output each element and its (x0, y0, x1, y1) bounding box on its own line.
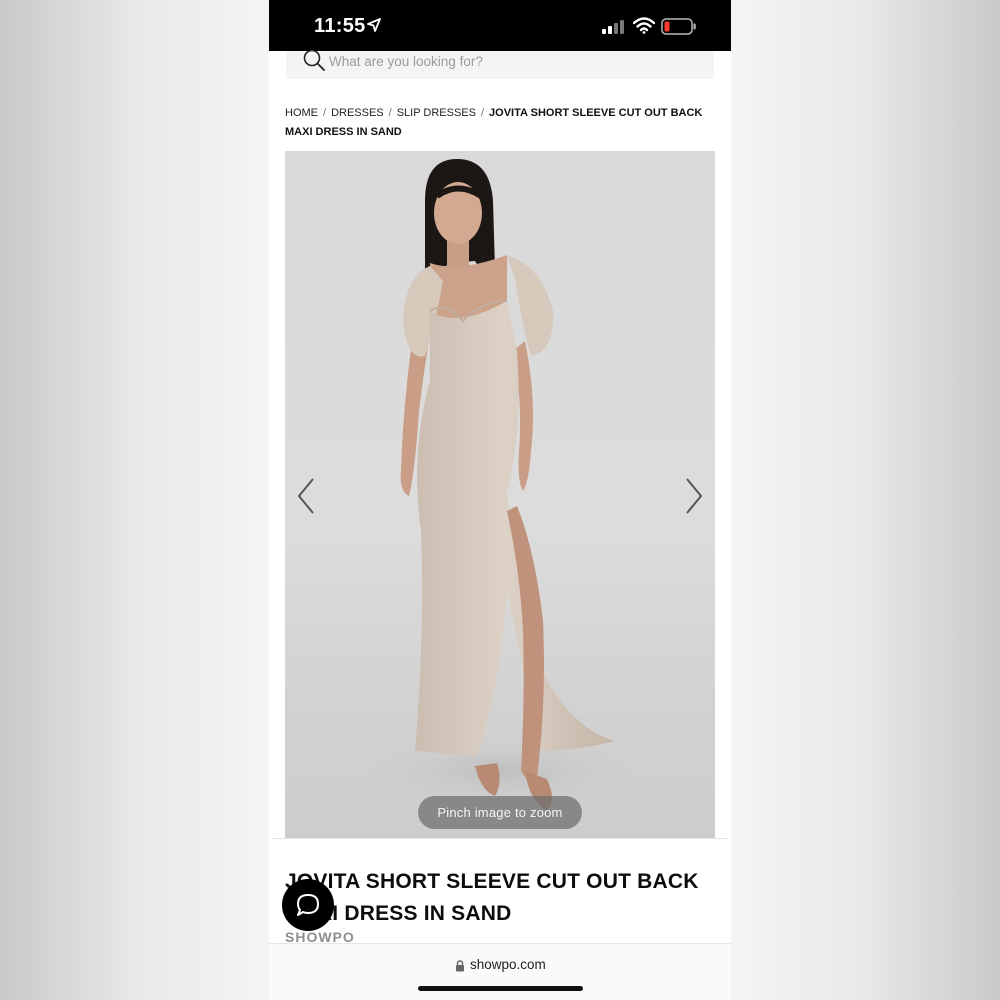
breadcrumb-separator: / (480, 107, 485, 119)
status-time: 11:55 (314, 15, 366, 37)
search-input[interactable] (329, 51, 699, 71)
search-bar[interactable] (286, 48, 714, 79)
chevron-right-icon[interactable] (683, 476, 705, 516)
wifi-icon (633, 17, 655, 34)
browser-url-bar[interactable]: showpo.com (269, 943, 731, 1000)
chat-button[interactable] (282, 879, 334, 931)
location-arrow-icon (367, 18, 381, 32)
breadcrumb-separator: / (388, 107, 392, 119)
chat-bubble-icon (297, 894, 319, 916)
breadcrumb-home[interactable]: HOME (285, 107, 318, 119)
breadcrumb-separator: / (323, 107, 327, 119)
product-title: JOVITA SHORT SLEEVE CUT OUT BACK MAXI DR… (285, 870, 699, 925)
chevron-left-icon[interactable] (295, 476, 317, 516)
zoom-hint: Pinch image to zoom (418, 796, 582, 829)
home-indicator[interactable] (418, 986, 583, 991)
search-icon[interactable] (302, 48, 328, 74)
battery-low-icon (661, 18, 696, 35)
divider (273, 838, 727, 839)
url-text[interactable]: showpo.com (470, 957, 546, 972)
breadcrumb: HOME / DRESSES / SLIP DRESSES / JOVITA SHORT S… (285, 104, 715, 142)
product-photo (350, 159, 650, 811)
breadcrumb-dresses[interactable]: DRESSES (331, 107, 384, 119)
phone-screen: 11:55 HOME/DRESSES/SLIP (269, 0, 731, 1000)
lock-icon (456, 960, 464, 972)
breadcrumb-slip-dresses[interactable]: SLIP DRESSES (397, 107, 476, 119)
product-image-gallery[interactable]: Pinch image to zoom (285, 151, 715, 838)
status-bar: 11:55 (269, 0, 731, 51)
cellular-signal-icon (602, 20, 624, 34)
